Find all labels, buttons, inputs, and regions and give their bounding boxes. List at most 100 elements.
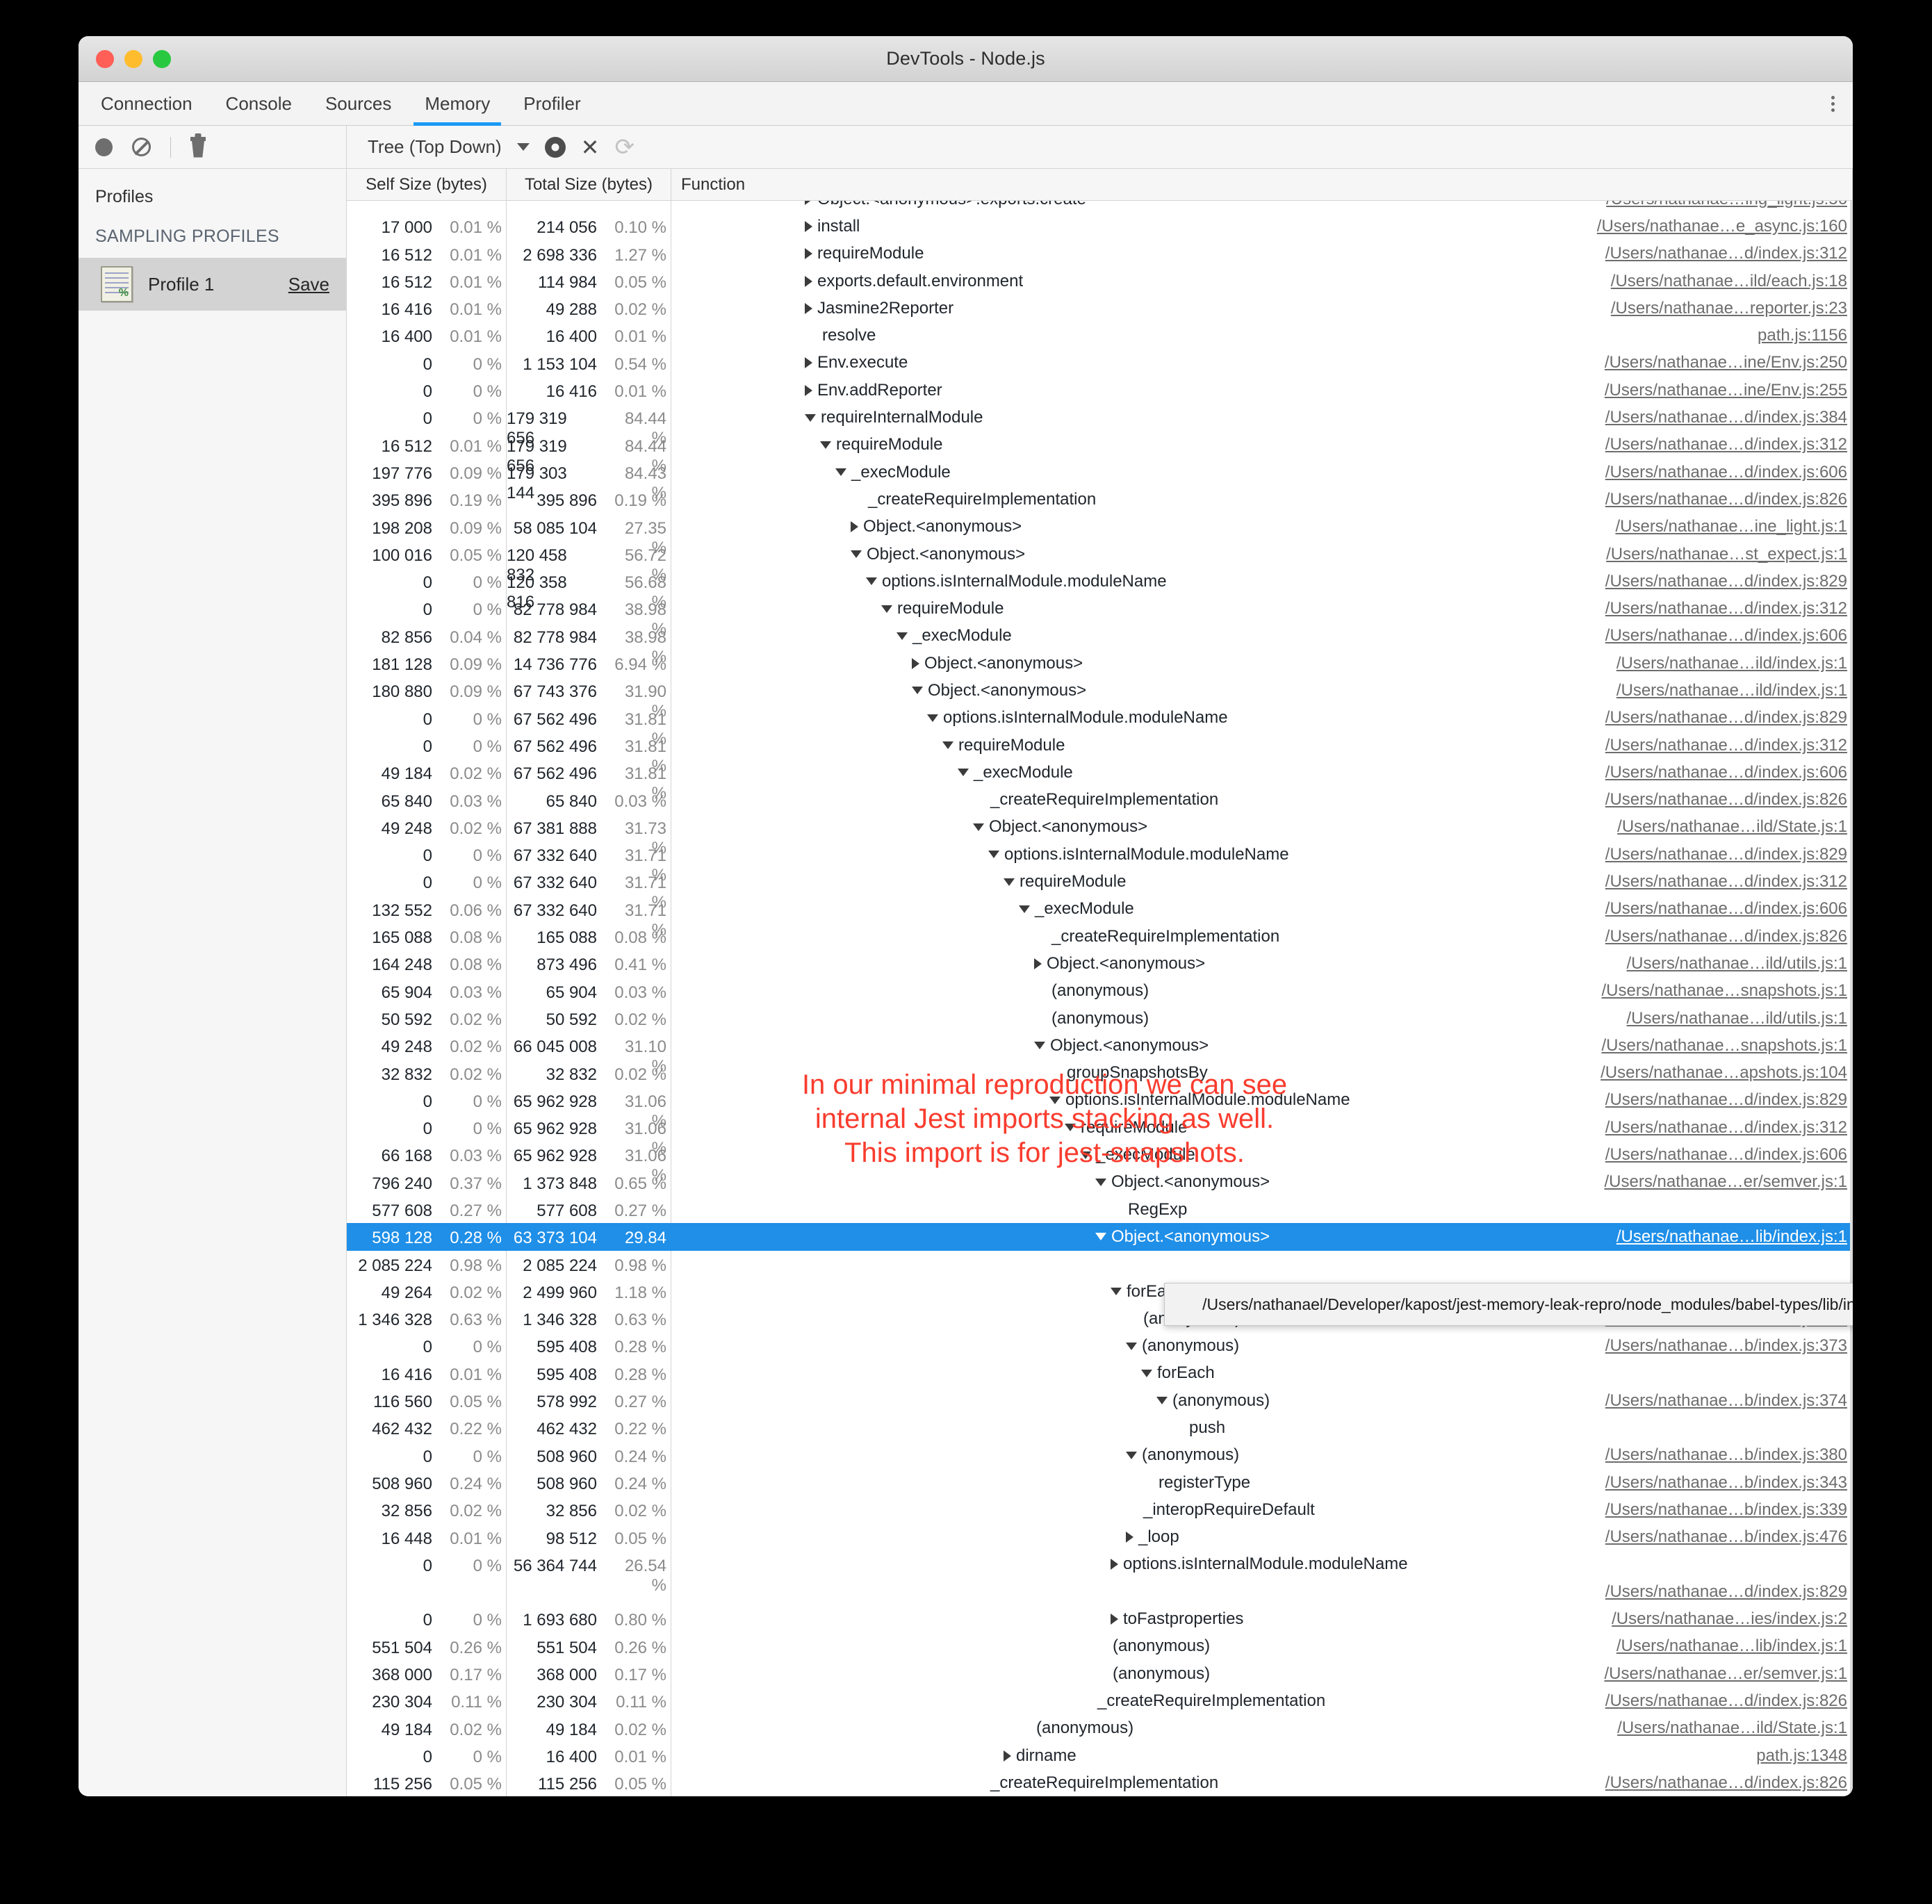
table-row[interactable]: 0 0 % 508 960 0.24 % (anonymous) /Users/natha… (347, 1441, 1853, 1469)
source-link[interactable]: /Users/nathanae…ild/utils.js:1 (1599, 954, 1847, 974)
source-link[interactable]: /Users/nathanae…snapshots.js:1 (1573, 1036, 1847, 1056)
source-link[interactable]: /Users/nathanae…b/index.js:380 (1578, 1445, 1847, 1465)
function-name[interactable]: options.isInternalModule.moduleName (1111, 1554, 1408, 1574)
source-link[interactable]: /Users/nathanae…ild/index.js:1 (1589, 654, 1847, 673)
chevron-down-icon[interactable] (927, 714, 938, 722)
table-row[interactable]: 551 504 0.26 % 551 504 0.26 % (anonymous) /Us… (347, 1632, 1853, 1661)
chevron-right-icon[interactable] (1004, 1750, 1011, 1762)
function-name[interactable]: _createRequireImplementation (1080, 1691, 1325, 1711)
x-icon[interactable]: ✕ (581, 136, 600, 158)
table-row[interactable]: 49 184 0.02 % 49 184 0.02 % (anonymous) /User… (347, 1714, 1853, 1742)
function-name[interactable]: (anonymous) (1126, 1445, 1239, 1465)
table-row[interactable]: 16 416 0.01 % 595 408 0.28 % forEach (347, 1359, 1853, 1388)
chevron-down-icon[interactable] (1095, 1178, 1106, 1186)
table-row[interactable]: /Users/nathanae…d/index.js:829 (347, 1578, 1853, 1606)
table-row[interactable]: 49 184 0.02 % 67 562 496 31.81 % _execModule… (347, 759, 1853, 803)
function-name[interactable]: Env.addReporter (805, 381, 942, 400)
chevron-down-icon[interactable] (897, 632, 908, 640)
chevron-down-icon[interactable] (516, 143, 530, 151)
function-name[interactable]: requireModule (805, 244, 924, 263)
source-link[interactable]: /Users/nathanae…d/index.js:312 (1578, 244, 1847, 263)
source-link[interactable]: /Users/nathanae…d/index.js:829 (1578, 845, 1847, 864)
source-link[interactable]: /Users/nathanae…d/index.js:606 (1578, 1145, 1847, 1165)
chevron-down-icon[interactable] (851, 550, 862, 558)
trash-icon[interactable] (190, 133, 206, 158)
table-row[interactable]: 508 960 0.24 % 508 960 0.24 % registerType/U… (347, 1468, 1853, 1497)
function-name[interactable]: _execModule (835, 463, 951, 482)
source-link[interactable]: /Users/nathanae…ild/utils.js:1 (1599, 1009, 1847, 1028)
function-name[interactable]: Object.<anonymous> (851, 545, 1025, 564)
source-link[interactable]: /Users/nathanae…b/index.js:339 (1578, 1500, 1847, 1520)
chevron-down-icon[interactable] (942, 741, 953, 750)
table-row[interactable]: 164 248 0.08 % 873 496 0.41 % Object.<anonym… (347, 950, 1853, 978)
chevron-right-icon[interactable] (805, 302, 812, 314)
function-name[interactable]: (anonymous) (1095, 1636, 1210, 1656)
table-row[interactable]: 16 512 0.01 % 179 319 656 84.44 % requireMod… (347, 431, 1853, 475)
table-row[interactable]: 462 432 0.22 % 462 432 0.22 % push (347, 1414, 1853, 1442)
table-row[interactable]: 368 000 0.17 % 368 000 0.17 % (anonymous) /Us… (347, 1660, 1853, 1688)
chevron-down-icon[interactable] (1111, 1288, 1122, 1296)
vertical-scrollbar[interactable] (1850, 201, 1853, 1796)
chevron-right-icon[interactable] (1111, 1559, 1118, 1570)
table-row[interactable]: 0 0 % 1 693 680 0.80 % toFastproperties/User… (347, 1605, 1853, 1633)
source-link[interactable]: /Users/nathanae…d/index.js:606 (1578, 463, 1847, 482)
chevron-down-icon[interactable] (820, 441, 831, 449)
function-name[interactable]: requireModule (942, 736, 1065, 755)
source-link[interactable]: /Users/nathanae…d/index.js:826 (1578, 927, 1847, 946)
source-link[interactable]: /Users/nathanae…d/index.js:384 (1578, 408, 1847, 427)
function-name[interactable]: resolve (805, 326, 876, 345)
source-link[interactable]: /Users/nathanae…d/index.js:312 (1578, 1118, 1847, 1138)
source-link[interactable]: /Users/nathanae…ild/each.js:18 (1583, 272, 1847, 291)
chevron-right-icon[interactable] (805, 275, 812, 287)
source-link[interactable]: path.js:1156 (1730, 326, 1847, 345)
function-name[interactable]: (anonymous) (1156, 1391, 1270, 1411)
function-name[interactable]: options.isInternalModule.moduleName (927, 708, 1228, 728)
column-header-self-size[interactable]: Self Size (bytes) (347, 169, 507, 200)
source-link[interactable]: /Users/nathanae…d/index.js:312 (1578, 599, 1847, 618)
source-link[interactable]: /Users/nathanae…lib/index.js:1 (1589, 1636, 1847, 1656)
function-name[interactable]: Object.<anonymous> (1034, 1036, 1209, 1056)
table-row[interactable]: 598 128 0.28 % 63 373 104 29.84 % Object.<an… (347, 1223, 1853, 1267)
source-link[interactable]: /Users/nathanae…ine/Env.js:250 (1577, 353, 1847, 372)
table-row[interactable]: 82 856 0.04 % 82 778 984 38.98 % _execModule… (347, 622, 1853, 666)
function-name[interactable]: (anonymous) (1034, 1009, 1149, 1028)
function-name[interactable]: options.isInternalModule.moduleName (988, 845, 1289, 864)
chevron-right-icon[interactable] (805, 201, 812, 205)
chevron-right-icon[interactable] (851, 521, 858, 533)
source-link[interactable]: /Users/nathanae…d/index.js:826 (1578, 490, 1847, 509)
table-row[interactable]: 00 % 67 562 496 31.81 % options.isInternalM… (347, 704, 1853, 748)
function-name[interactable]: Jasmine2Reporter (805, 299, 953, 318)
chevron-right-icon[interactable] (805, 248, 812, 260)
chevron-down-icon[interactable] (1049, 1096, 1061, 1104)
source-link[interactable]: /Users/nathanae…e_async.js:160 (1569, 217, 1847, 236)
function-name[interactable]: dirname (1004, 1746, 1076, 1766)
table-row[interactable]: 00 % 65 962 928 31.06 % requireModule/Users… (347, 1114, 1853, 1158)
chevron-down-icon[interactable] (1141, 1369, 1152, 1377)
table-row[interactable]: 16 512 0.01 % 2 698 336 1.27 % requireModule… (347, 240, 1853, 268)
function-name[interactable]: requireInternalModule (805, 408, 983, 427)
function-name[interactable]: RegExp (1111, 1200, 1187, 1220)
table-row[interactable]: 00 % 67 562 496 31.81 % requireModule/Users… (347, 731, 1853, 775)
table-row[interactable]: Object.<anonymous>.exports.create/Users/… (347, 201, 1853, 213)
tab-memory[interactable]: Memory (408, 82, 507, 126)
record-icon[interactable] (95, 138, 113, 156)
source-link[interactable]: /Users/nathanae…st_expect.js:1 (1578, 545, 1847, 564)
function-name[interactable]: _execModule (897, 626, 1012, 646)
source-link[interactable]: /Users/nathanae…d/index.js:829 (1578, 572, 1847, 591)
source-link[interactable]: /Users/nathanae…apshots.js:104 (1573, 1063, 1847, 1083)
chevron-right-icon[interactable] (805, 220, 812, 232)
function-name[interactable]: options.isInternalModule.moduleName (1049, 1090, 1350, 1110)
table-row[interactable]: 181 128 0.09 % 14 736 776 6.94 % Object.<ano… (347, 650, 1853, 678)
function-name[interactable]: options.isInternalModule.moduleName (866, 572, 1167, 591)
column-header-total-size[interactable]: Total Size (bytes) (507, 169, 671, 200)
table-row[interactable]: 230 304 0.11 % 230 304 0.11 % _createRequire… (347, 1687, 1853, 1715)
source-link[interactable]: /Users/nathanae…d/index.js:312 (1578, 435, 1847, 454)
source-link[interactable]: /Users/nathanae…d/index.js:312 (1578, 736, 1847, 755)
column-header-function[interactable]: Function (671, 169, 1853, 200)
source-link[interactable]: /Users/nathanae…snapshots.js:1 (1573, 981, 1847, 1001)
chevron-down-icon[interactable] (866, 577, 877, 586)
function-name[interactable]: push (1172, 1418, 1225, 1438)
function-name[interactable]: Object.<anonymous> (851, 517, 1022, 536)
function-name[interactable]: _createRequireImplementation (973, 790, 1218, 810)
function-name[interactable]: _interopRequireDefault (1126, 1500, 1315, 1520)
